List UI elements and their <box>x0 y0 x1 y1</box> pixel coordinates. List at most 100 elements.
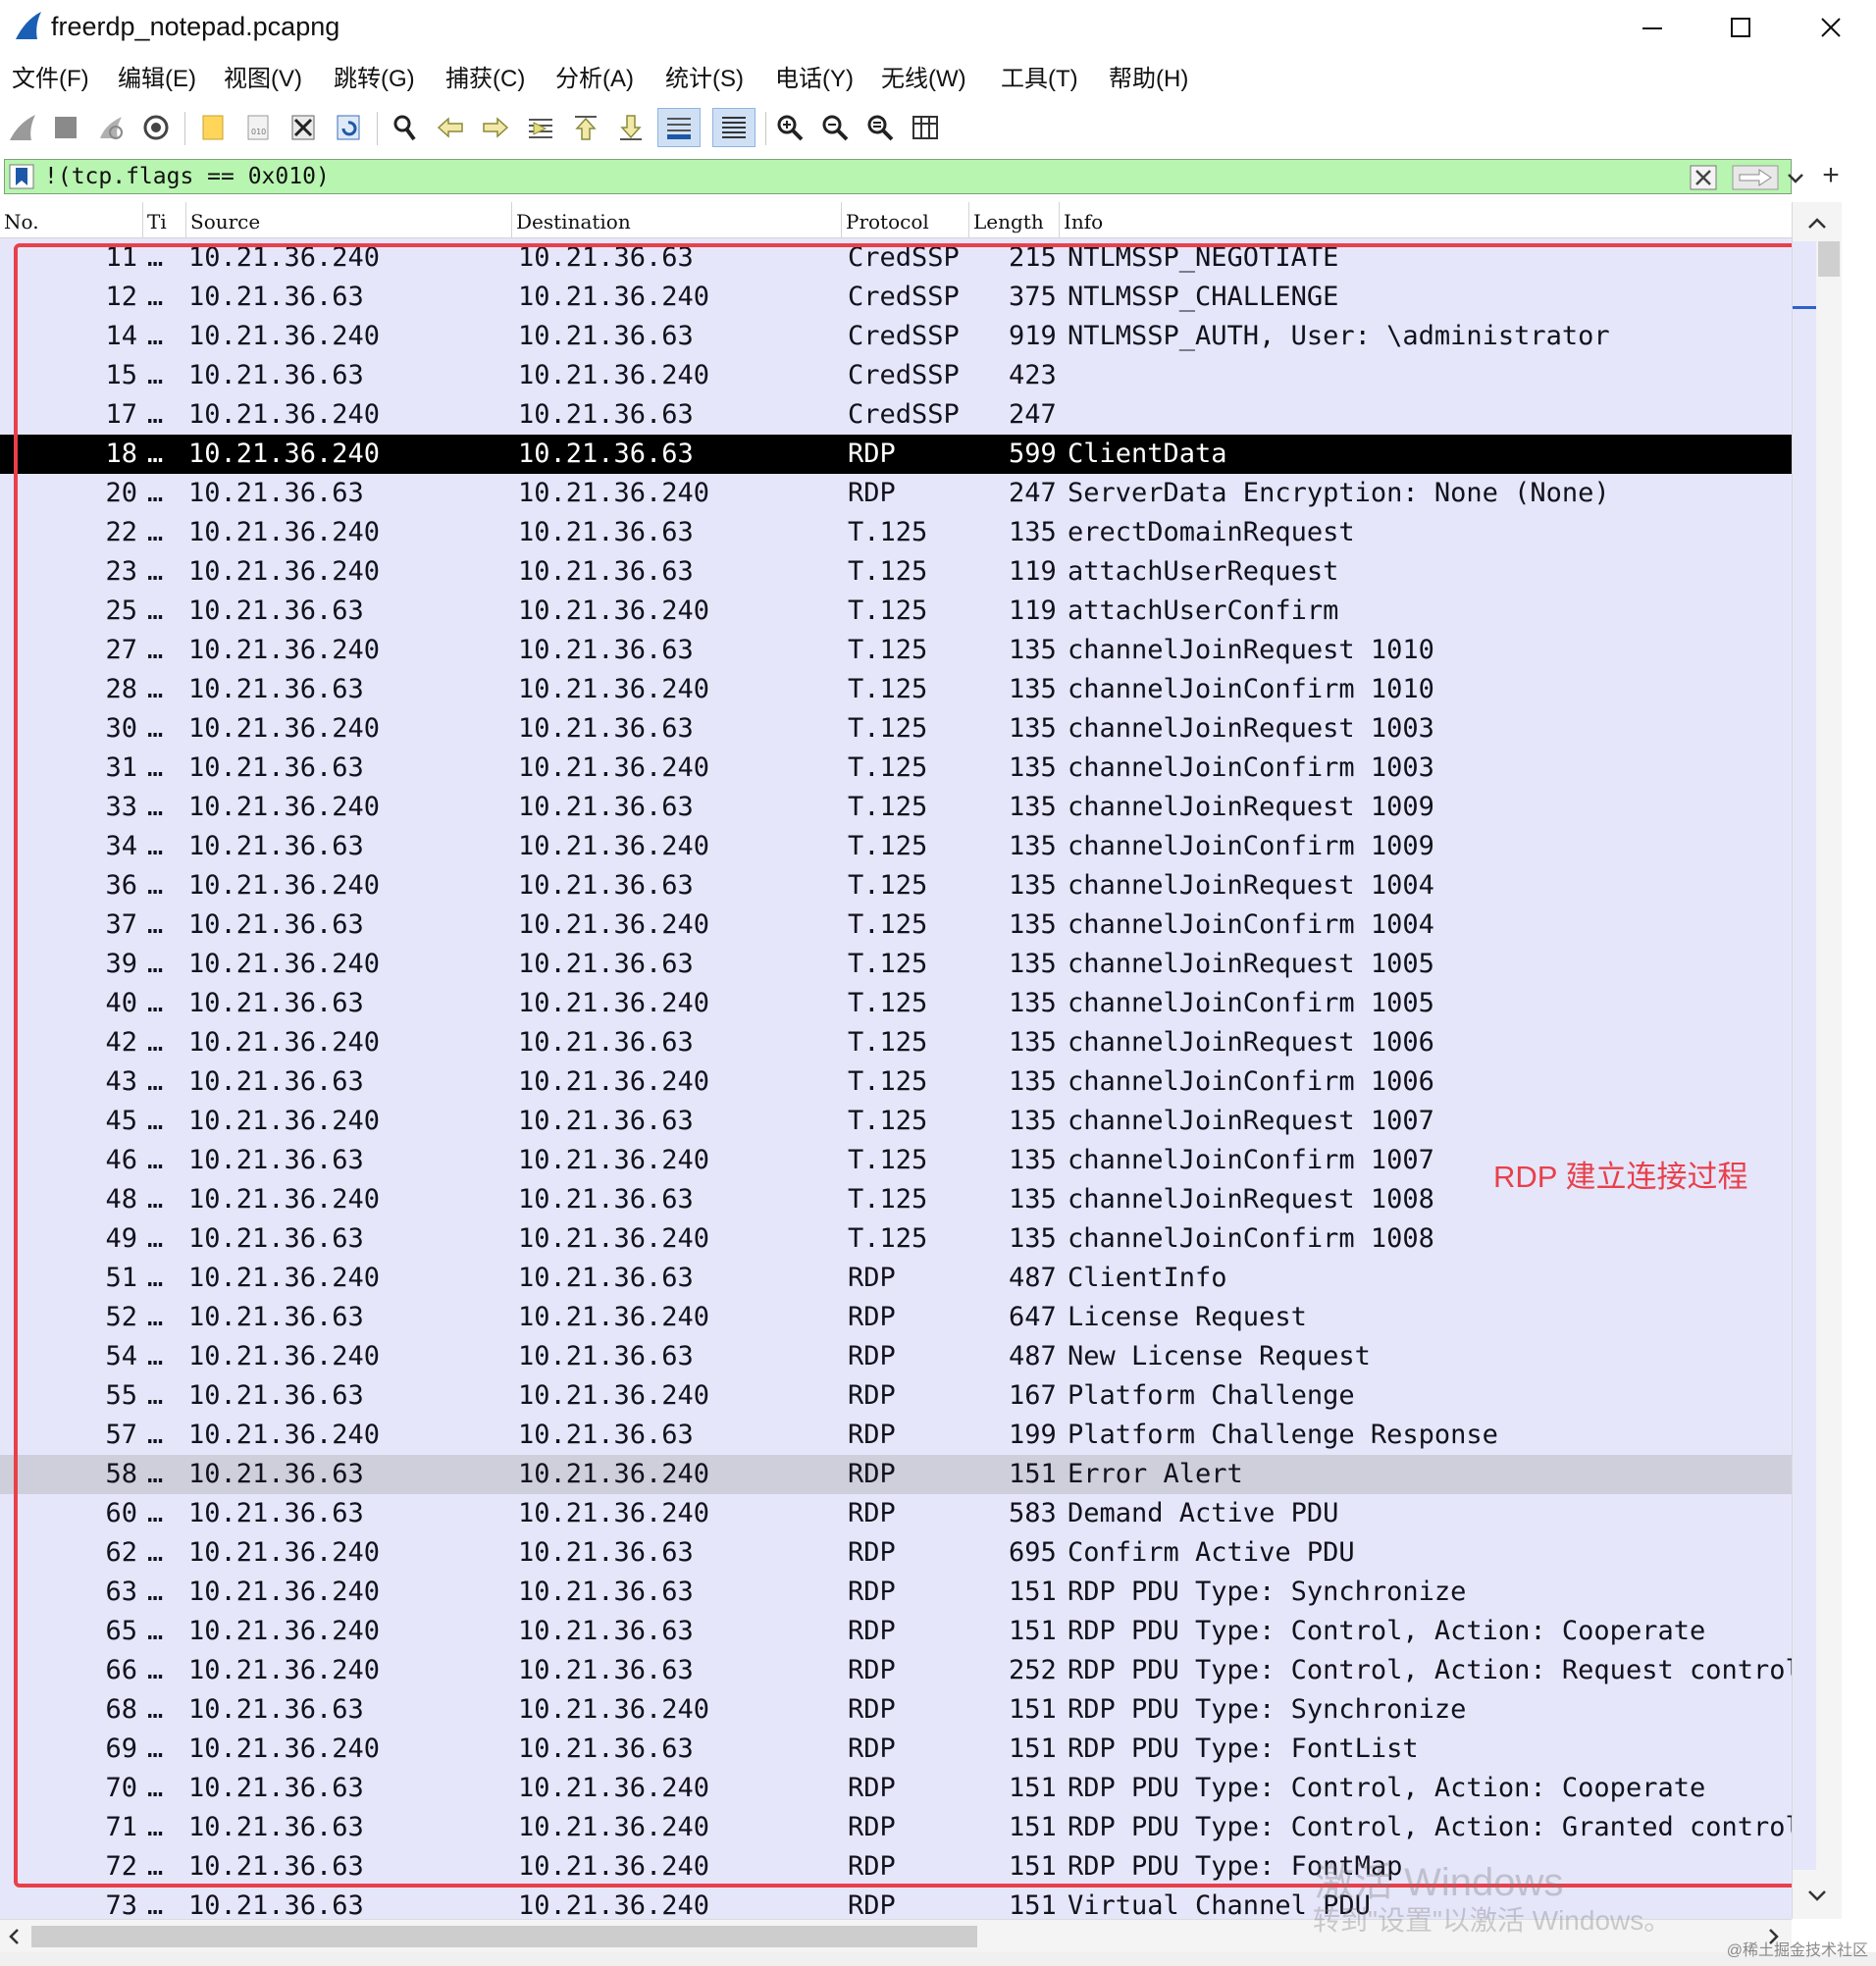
colorize-button[interactable] <box>712 108 756 147</box>
menu-analyze[interactable]: 分析(A) <box>555 63 634 96</box>
close-file-button[interactable] <box>285 108 322 147</box>
restart-capture-button[interactable] <box>92 108 130 147</box>
bookmark-icon[interactable] <box>9 164 34 189</box>
table-row[interactable]: 20 … 10.21.36.63 10.21.36.240 RDP 247 ServerDa… <box>0 474 1792 513</box>
minimize-button[interactable] <box>1621 6 1684 49</box>
table-row[interactable]: 73 … 10.21.36.63 10.21.36.240 RDP 151 Virtual … <box>0 1887 1792 1919</box>
column-header-protocol[interactable]: Protocol <box>842 202 969 237</box>
go-first-packet-button[interactable] <box>567 108 604 147</box>
table-row[interactable]: 30 … 10.21.36.240 10.21.36.63 T.125 135 channe… <box>0 709 1792 749</box>
stop-capture-button[interactable] <box>47 108 84 147</box>
add-filter-button[interactable]: + <box>1817 161 1845 190</box>
go-back-button[interactable] <box>432 108 469 147</box>
table-row[interactable]: 51 … 10.21.36.240 10.21.36.63 RDP 487 ClientIn… <box>0 1259 1792 1298</box>
open-file-button[interactable] <box>194 108 232 147</box>
table-row[interactable]: 63 … 10.21.36.240 10.21.36.63 RDP 151 RDP PDU … <box>0 1573 1792 1612</box>
table-row[interactable]: 66 … 10.21.36.240 10.21.36.63 RDP 252 RDP PDU … <box>0 1651 1792 1690</box>
maximize-button[interactable] <box>1709 6 1772 49</box>
menu-file[interactable]: 文件(F) <box>12 63 89 96</box>
table-row[interactable]: 43 … 10.21.36.63 10.21.36.240 T.125 135 channe… <box>0 1062 1792 1102</box>
table-row[interactable]: 57 … 10.21.36.240 10.21.36.63 RDP 199 Platform… <box>0 1416 1792 1455</box>
table-row[interactable]: 58 … 10.21.36.63 10.21.36.240 RDP 151 Error Al… <box>0 1455 1792 1494</box>
horizontal-scrollbar[interactable] <box>0 1919 1792 1953</box>
menu-help[interactable]: 帮助(H) <box>1109 63 1188 96</box>
find-packet-button[interactable] <box>387 108 424 147</box>
table-row[interactable]: 45 … 10.21.36.240 10.21.36.63 T.125 135 channe… <box>0 1102 1792 1141</box>
menu-wireless[interactable]: 无线(W) <box>881 63 966 96</box>
column-header-source[interactable]: Source <box>186 202 512 237</box>
table-row[interactable]: 22 … 10.21.36.240 10.21.36.63 T.125 135 erectD… <box>0 513 1792 552</box>
start-capture-button[interactable] <box>4 108 41 147</box>
column-header-info[interactable]: Info <box>1060 202 1792 237</box>
display-filter-input[interactable]: !(tcp.flags == 0x010) <box>4 159 1803 194</box>
packet-list[interactable]: 11 … 10.21.36.240 10.21.36.63 CredSSP 215 NTLM… <box>0 238 1792 1919</box>
menu-edit[interactable]: 编辑(E) <box>118 63 196 96</box>
table-row[interactable]: 52 … 10.21.36.63 10.21.36.240 RDP 647 License … <box>0 1298 1792 1337</box>
table-row[interactable]: 71 … 10.21.36.63 10.21.36.240 RDP 151 RDP PDU … <box>0 1808 1792 1847</box>
menu-go[interactable]: 跳转(G) <box>334 63 415 96</box>
menu-tools[interactable]: 工具(T) <box>1001 63 1078 96</box>
table-row[interactable]: 27 … 10.21.36.240 10.21.36.63 T.125 135 channe… <box>0 631 1792 670</box>
table-row[interactable]: 42 … 10.21.36.240 10.21.36.63 T.125 135 channe… <box>0 1023 1792 1062</box>
table-row[interactable]: 62 … 10.21.36.240 10.21.36.63 RDP 695 Confirm … <box>0 1533 1792 1573</box>
table-row[interactable]: 25 … 10.21.36.63 10.21.36.240 T.125 119 attach… <box>0 592 1792 631</box>
scroll-down-icon[interactable] <box>1804 1884 1830 1907</box>
table-row[interactable]: 39 … 10.21.36.240 10.21.36.63 T.125 135 channe… <box>0 945 1792 984</box>
table-row[interactable]: 55 … 10.21.36.63 10.21.36.240 RDP 167 Platform… <box>0 1376 1792 1416</box>
scroll-up-icon[interactable] <box>1804 212 1830 235</box>
table-row[interactable]: 23 … 10.21.36.240 10.21.36.63 T.125 119 attach… <box>0 552 1792 592</box>
table-row[interactable]: 34 … 10.21.36.63 10.21.36.240 T.125 135 channe… <box>0 827 1792 866</box>
clear-filter-icon[interactable] <box>1689 164 1718 191</box>
menu-telephony[interactable]: 电话(Y) <box>775 63 854 96</box>
chevron-down-icon[interactable] <box>1783 164 1808 191</box>
table-row[interactable]: 72 … 10.21.36.63 10.21.36.240 RDP 151 RDP PDU … <box>0 1847 1792 1887</box>
packet-number: 39 <box>105 949 137 979</box>
close-window-button[interactable] <box>1799 6 1862 49</box>
scroll-left-icon[interactable] <box>4 1926 26 1947</box>
autoscroll-button[interactable] <box>657 108 701 147</box>
table-row[interactable]: 14 … 10.21.36.240 10.21.36.63 CredSSP 919 NTLM… <box>0 317 1792 356</box>
zoom-normal-button[interactable] <box>861 108 899 147</box>
save-file-button[interactable]: 010 <box>239 108 277 147</box>
table-row[interactable]: 15 … 10.21.36.63 10.21.36.240 CredSSP 423 <box>0 356 1792 395</box>
go-last-packet-button[interactable] <box>612 108 650 147</box>
column-header-destination[interactable]: Destination <box>512 202 842 237</box>
packet-minimap[interactable] <box>1793 241 1816 1870</box>
table-row[interactable]: 12 … 10.21.36.63 10.21.36.240 CredSSP 375 NTLM… <box>0 278 1792 317</box>
table-row[interactable]: 11 … 10.21.36.240 10.21.36.63 CredSSP 215 NTLM… <box>0 238 1792 278</box>
menu-view[interactable]: 视图(V) <box>224 63 302 96</box>
table-row[interactable]: 17 … 10.21.36.240 10.21.36.63 CredSSP 247 <box>0 395 1792 435</box>
menu-capture[interactable]: 捕获(C) <box>445 63 525 96</box>
table-row[interactable]: 40 … 10.21.36.63 10.21.36.240 T.125 135 channe… <box>0 984 1792 1023</box>
vertical-scroll-thumb[interactable] <box>1818 241 1840 277</box>
table-row[interactable]: 69 … 10.21.36.240 10.21.36.63 RDP 151 RDP PDU … <box>0 1730 1792 1769</box>
table-row[interactable]: 65 … 10.21.36.240 10.21.36.63 RDP 151 RDP PDU … <box>0 1612 1792 1651</box>
apply-filter-arrow-icon[interactable] <box>1732 164 1779 191</box>
column-header-no[interactable]: No. <box>0 202 143 237</box>
table-row[interactable]: 37 … 10.21.36.63 10.21.36.240 T.125 135 channe… <box>0 905 1792 945</box>
resize-columns-button[interactable] <box>907 108 944 147</box>
horizontal-scroll-thumb[interactable] <box>31 1926 977 1947</box>
zoom-in-button[interactable] <box>771 108 808 147</box>
reload-file-button[interactable] <box>330 108 367 147</box>
table-row[interactable]: 49 … 10.21.36.63 10.21.36.240 T.125 135 channe… <box>0 1219 1792 1259</box>
column-header-time[interactable]: Ti <box>143 202 186 237</box>
table-row[interactable]: 68 … 10.21.36.63 10.21.36.240 RDP 151 RDP PDU … <box>0 1690 1792 1730</box>
table-row[interactable]: 36 … 10.21.36.240 10.21.36.63 T.125 135 channe… <box>0 866 1792 905</box>
go-to-packet-button[interactable] <box>522 108 559 147</box>
display-filter-text[interactable]: !(tcp.flags == 0x010) <box>44 162 330 191</box>
table-row[interactable]: 28 … 10.21.36.63 10.21.36.240 T.125 135 channe… <box>0 670 1792 709</box>
packet-info: channelJoinConfirm 1003 <box>1068 752 1434 783</box>
table-row[interactable]: 33 … 10.21.36.240 10.21.36.63 T.125 135 channe… <box>0 788 1792 827</box>
menu-statistics[interactable]: 统计(S) <box>665 63 744 96</box>
vertical-scrollbar[interactable] <box>1792 202 1842 1919</box>
column-header-length[interactable]: Length <box>969 202 1060 237</box>
table-row[interactable]: 31 … 10.21.36.63 10.21.36.240 T.125 135 channe… <box>0 749 1792 788</box>
table-row-selected[interactable]: 18 … 10.21.36.240 10.21.36.63 RDP 599 ClientDa… <box>0 435 1792 474</box>
table-row[interactable]: 70 … 10.21.36.63 10.21.36.240 RDP 151 RDP PDU … <box>0 1769 1792 1808</box>
capture-options-button[interactable] <box>137 108 175 147</box>
go-forward-button[interactable] <box>477 108 514 147</box>
table-row[interactable]: 60 … 10.21.36.63 10.21.36.240 RDP 583 Demand A… <box>0 1494 1792 1533</box>
zoom-out-button[interactable] <box>816 108 854 147</box>
table-row[interactable]: 54 … 10.21.36.240 10.21.36.63 RDP 487 New Lice… <box>0 1337 1792 1376</box>
